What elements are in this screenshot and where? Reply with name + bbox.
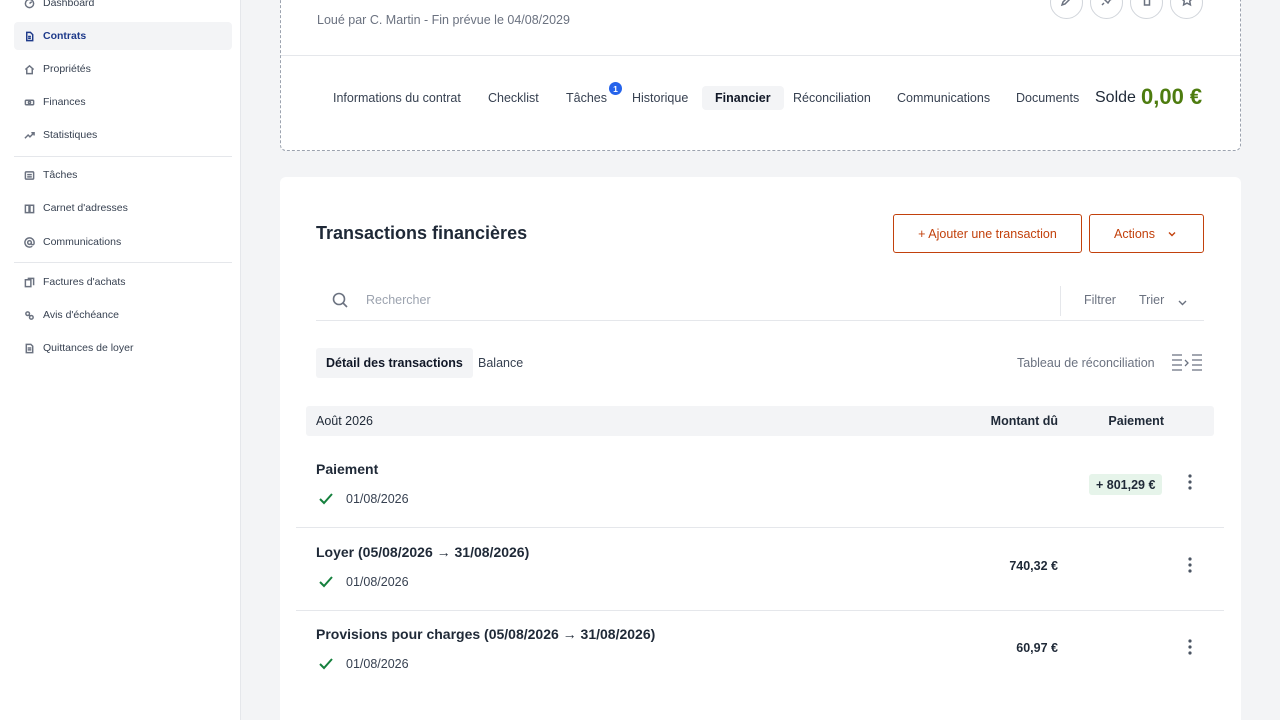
balance-label: Solde: [1095, 89, 1136, 106]
header-divider: [281, 55, 1240, 56]
sidebar-item-label: Tâches: [43, 169, 78, 181]
sidebar-item-label: Communications: [43, 236, 122, 248]
task-list-icon: [24, 170, 35, 181]
trash-icon: [1140, 0, 1154, 12]
edit-icon: [1060, 0, 1074, 12]
check-icon: [318, 492, 334, 506]
check-icon: [318, 575, 334, 589]
money-icon: [24, 97, 35, 108]
row-menu-button[interactable]: [1180, 638, 1200, 660]
transaction-date: 01/08/2026: [346, 657, 409, 671]
row-menu-button[interactable]: [1180, 556, 1200, 578]
transaction-title[interactable]: Provisions pour charges (05/08/2026 → 31…: [316, 626, 655, 642]
tab-checklist[interactable]: Checklist: [475, 86, 552, 110]
add-transaction-button[interactable]: + Ajouter une transaction: [893, 214, 1082, 253]
sidebar-divider: [14, 262, 232, 263]
amount-due: 740,32 €: [1009, 559, 1058, 573]
row-menu-button[interactable]: [1180, 473, 1200, 495]
contract-icon: [24, 31, 35, 42]
sidebar: Dashboard Contrats Propriétés Finances S…: [0, 0, 241, 720]
row-divider: [296, 610, 1224, 611]
transaction-title[interactable]: Paiement: [316, 461, 378, 477]
subtab-transaction-details[interactable]: Détail des transactions: [316, 348, 473, 378]
home-icon: [24, 64, 35, 75]
sidebar-item-proprietes[interactable]: Propriétés: [14, 55, 232, 83]
check-icon: [318, 657, 334, 671]
payment-amount-badge: + 801,29 €: [1089, 474, 1163, 495]
transaction-title[interactable]: Loyer (05/08/2026 → 31/08/2026): [316, 544, 529, 560]
actions-label: Actions: [1114, 226, 1155, 241]
more-vertical-icon: [1188, 638, 1192, 660]
sidebar-item-label: Dashboard: [43, 0, 95, 9]
sidebar-item-dashboard[interactable]: Dashboard: [14, 0, 232, 17]
reconciliation-icon[interactable]: [1170, 352, 1204, 374]
tab-documents[interactable]: Documents: [1003, 86, 1092, 110]
tab-informations[interactable]: Informations du contrat: [320, 86, 474, 110]
more-vertical-icon: [1188, 473, 1192, 495]
at-icon: [24, 236, 35, 248]
chevron-down-icon: [1167, 228, 1177, 238]
filter-button[interactable]: Filtrer: [1084, 293, 1116, 307]
sidebar-item-statistiques[interactable]: Statistiques: [14, 121, 232, 149]
tab-communications[interactable]: Communications: [884, 86, 1003, 110]
amount-due-column-header: Montant dû: [990, 414, 1058, 428]
invoice-icon: [24, 277, 35, 288]
sidebar-item-label: Contrats: [43, 30, 87, 42]
sidebar-item-carnet[interactable]: Carnet d'adresses: [14, 194, 232, 222]
sidebar-item-label: Quittances de loyer: [43, 342, 134, 354]
receipt-icon: [24, 343, 35, 354]
sidebar-divider: [14, 156, 232, 157]
sidebar-item-contrats[interactable]: Contrats: [14, 22, 232, 50]
search-input[interactable]: [366, 288, 1046, 312]
trend-icon: [24, 130, 35, 141]
sidebar-item-factures[interactable]: Factures d'achats: [14, 268, 232, 296]
row-divider: [296, 527, 1224, 528]
subtab-balance[interactable]: Balance: [468, 348, 533, 378]
table-header: [306, 406, 1214, 436]
sidebar-item-label: Statistiques: [43, 129, 98, 141]
sidebar-item-label: Carnet d'adresses: [43, 202, 128, 214]
amount-due: 60,97 €: [1016, 641, 1058, 655]
transaction-date: 01/08/2026: [346, 492, 409, 506]
sidebar-item-finances[interactable]: Finances: [14, 88, 232, 116]
payment-column-header: Paiement: [1108, 414, 1164, 428]
sidebar-item-label: Propriétés: [43, 63, 91, 75]
sidebar-item-label: Finances: [43, 96, 86, 108]
sort-button[interactable]: Trier: [1139, 293, 1164, 307]
tab-historique[interactable]: Historique: [619, 86, 701, 110]
star-icon: [1180, 0, 1194, 12]
balance-value: 0,00 €: [1141, 84, 1203, 109]
more-vertical-icon: [1188, 556, 1192, 578]
chevron-down-icon: [1177, 295, 1188, 306]
sidebar-item-label: Avis d'échéance: [43, 309, 119, 321]
sidebar-item-label: Factures d'achats: [43, 276, 126, 288]
sidebar-item-communications[interactable]: Communications: [14, 228, 232, 256]
tab-reconciliation[interactable]: Réconciliation: [780, 86, 884, 110]
address-book-icon: [24, 203, 35, 214]
sidebar-item-avis[interactable]: Avis d'échéance: [14, 301, 232, 329]
reconciliation-table-link[interactable]: Tableau de réconciliation: [1017, 356, 1155, 370]
actions-dropdown-button[interactable]: Actions: [1089, 214, 1204, 253]
tab-financier[interactable]: Financier: [702, 86, 784, 110]
contract-subtitle: Loué par C. Martin - Fin prévue le 04/08…: [317, 13, 570, 27]
search-divider: [1060, 286, 1061, 316]
search-icon: [332, 292, 348, 308]
month-header: Août 2026: [316, 414, 373, 428]
transaction-date: 01/08/2026: [346, 575, 409, 589]
dashboard-icon: [24, 0, 35, 9]
section-title: Transactions financières: [316, 223, 528, 243]
notice-icon: [24, 310, 35, 321]
sidebar-item-taches[interactable]: Tâches: [14, 161, 232, 189]
sidebar-item-quittances[interactable]: Quittances de loyer: [14, 334, 232, 362]
pin-icon: [1100, 0, 1114, 12]
